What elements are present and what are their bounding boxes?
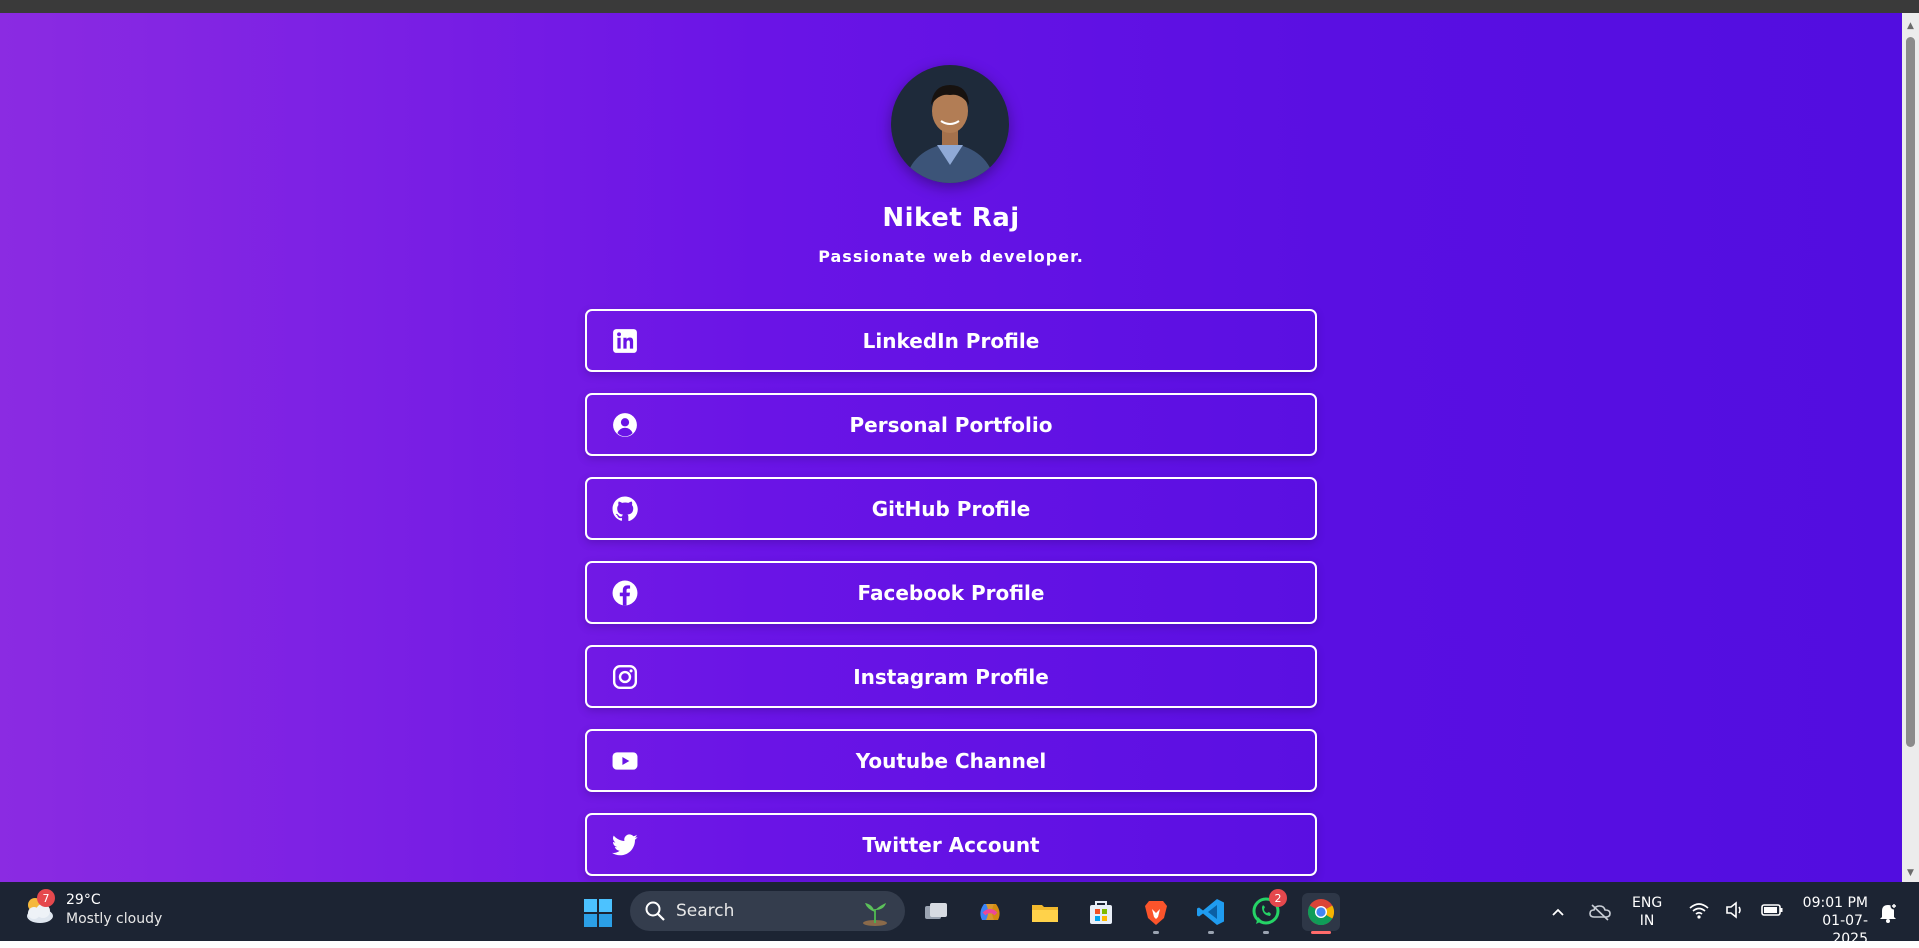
copilot-icon[interactable] <box>971 893 1009 931</box>
link-label: Personal Portfolio <box>849 412 1053 437</box>
whatsapp-icon[interactable]: 2 <box>1247 889 1287 934</box>
weather-condition: Mostly cloudy <box>66 911 163 927</box>
task-view-icon[interactable] <box>917 893 955 931</box>
onedrive-offline-icon[interactable] <box>1589 882 1611 941</box>
linkedin-icon <box>611 327 639 355</box>
show-hidden-icons-chevron-icon[interactable] <box>1550 882 1566 941</box>
notification-bell-icon[interactable] <box>1877 901 1899 923</box>
clock-date: 01-07-2025 <box>1822 913 1868 947</box>
linktree-page: Niket Raj Passionate web developer. Link… <box>0 13 1902 882</box>
github-icon <box>611 495 639 523</box>
windows-start-icon[interactable] <box>583 898 613 928</box>
twitter-icon <box>611 831 639 859</box>
link-label: Instagram Profile <box>853 664 1049 689</box>
input-language-indicator[interactable]: ENG IN <box>1632 894 1662 930</box>
vscode-icon[interactable] <box>1192 893 1230 934</box>
app-running-indicator <box>1153 931 1159 934</box>
page-scrollbar[interactable]: ▲ ▼ <box>1902 13 1919 882</box>
personal-portfolio-link[interactable]: Personal Portfolio <box>585 393 1317 456</box>
link-label: Youtube Channel <box>855 748 1047 773</box>
instagram-icon <box>611 663 639 691</box>
app-running-indicator <box>1263 931 1269 934</box>
weather-badge: 7 <box>37 889 55 907</box>
wifi-icon[interactable] <box>1688 900 1710 920</box>
clock-time: 09:01 PM <box>1802 895 1868 911</box>
browser-top-bar <box>0 0 1919 13</box>
twitter-account-link[interactable]: Twitter Account <box>585 813 1317 876</box>
instagram-profile-link[interactable]: Instagram Profile <box>585 645 1317 708</box>
language-region: IN <box>1639 913 1655 929</box>
app-running-indicator <box>1208 931 1214 934</box>
link-label: Twitter Account <box>862 832 1040 857</box>
search-highlight-plant-icon <box>863 903 887 926</box>
brave-browser-icon[interactable] <box>1137 893 1175 934</box>
profile-name: Niket Raj <box>882 203 1020 233</box>
cloudy-weather-icon: 7 <box>20 889 58 929</box>
scroll-thumb[interactable] <box>1906 37 1915 747</box>
scroll-up-arrow-icon[interactable]: ▲ <box>1902 19 1919 33</box>
taskbar-search-box[interactable]: Search <box>630 891 905 931</box>
profile-avatar <box>891 65 1009 183</box>
scroll-down-arrow-icon[interactable]: ▼ <box>1902 866 1919 880</box>
weather-temperature: 29°C <box>66 892 101 908</box>
chrome-icon[interactable] <box>1302 893 1340 934</box>
link-label: LinkedIn Profile <box>862 328 1040 353</box>
link-list: LinkedIn Profile Personal Portfolio GitH… <box>585 309 1317 897</box>
system-tray-icons[interactable] <box>1688 900 1784 920</box>
facebook-profile-link[interactable]: Facebook Profile <box>585 561 1317 624</box>
youtube-channel-link[interactable]: Youtube Channel <box>585 729 1317 792</box>
profile-tagline: Passionate web developer. <box>818 247 1084 266</box>
youtube-icon <box>611 747 639 775</box>
search-placeholder: Search <box>676 901 735 921</box>
weather-widget[interactable]: 7 29°C Mostly cloudy <box>20 889 163 929</box>
battery-icon[interactable] <box>1760 900 1784 920</box>
link-label: Facebook Profile <box>857 580 1045 605</box>
language-code: ENG <box>1632 895 1663 911</box>
volume-icon[interactable] <box>1724 900 1746 920</box>
microsoft-store-icon[interactable] <box>1082 893 1120 931</box>
facebook-icon <box>611 579 639 607</box>
windows-taskbar: 7 29°C Mostly cloudy Search 2 ENG IN 09:… <box>0 882 1919 947</box>
github-profile-link[interactable]: GitHub Profile <box>585 477 1317 540</box>
taskbar-clock[interactable]: 09:01 PM 01-07-2025 <box>1788 894 1868 948</box>
user-circle-icon <box>611 411 639 439</box>
link-label: GitHub Profile <box>871 496 1031 521</box>
search-icon <box>645 901 665 921</box>
linkedin-profile-link[interactable]: LinkedIn Profile <box>585 309 1317 372</box>
app-active-indicator <box>1311 931 1331 934</box>
file-explorer-icon[interactable] <box>1026 893 1064 931</box>
whatsapp-notification-badge: 2 <box>1269 889 1287 907</box>
